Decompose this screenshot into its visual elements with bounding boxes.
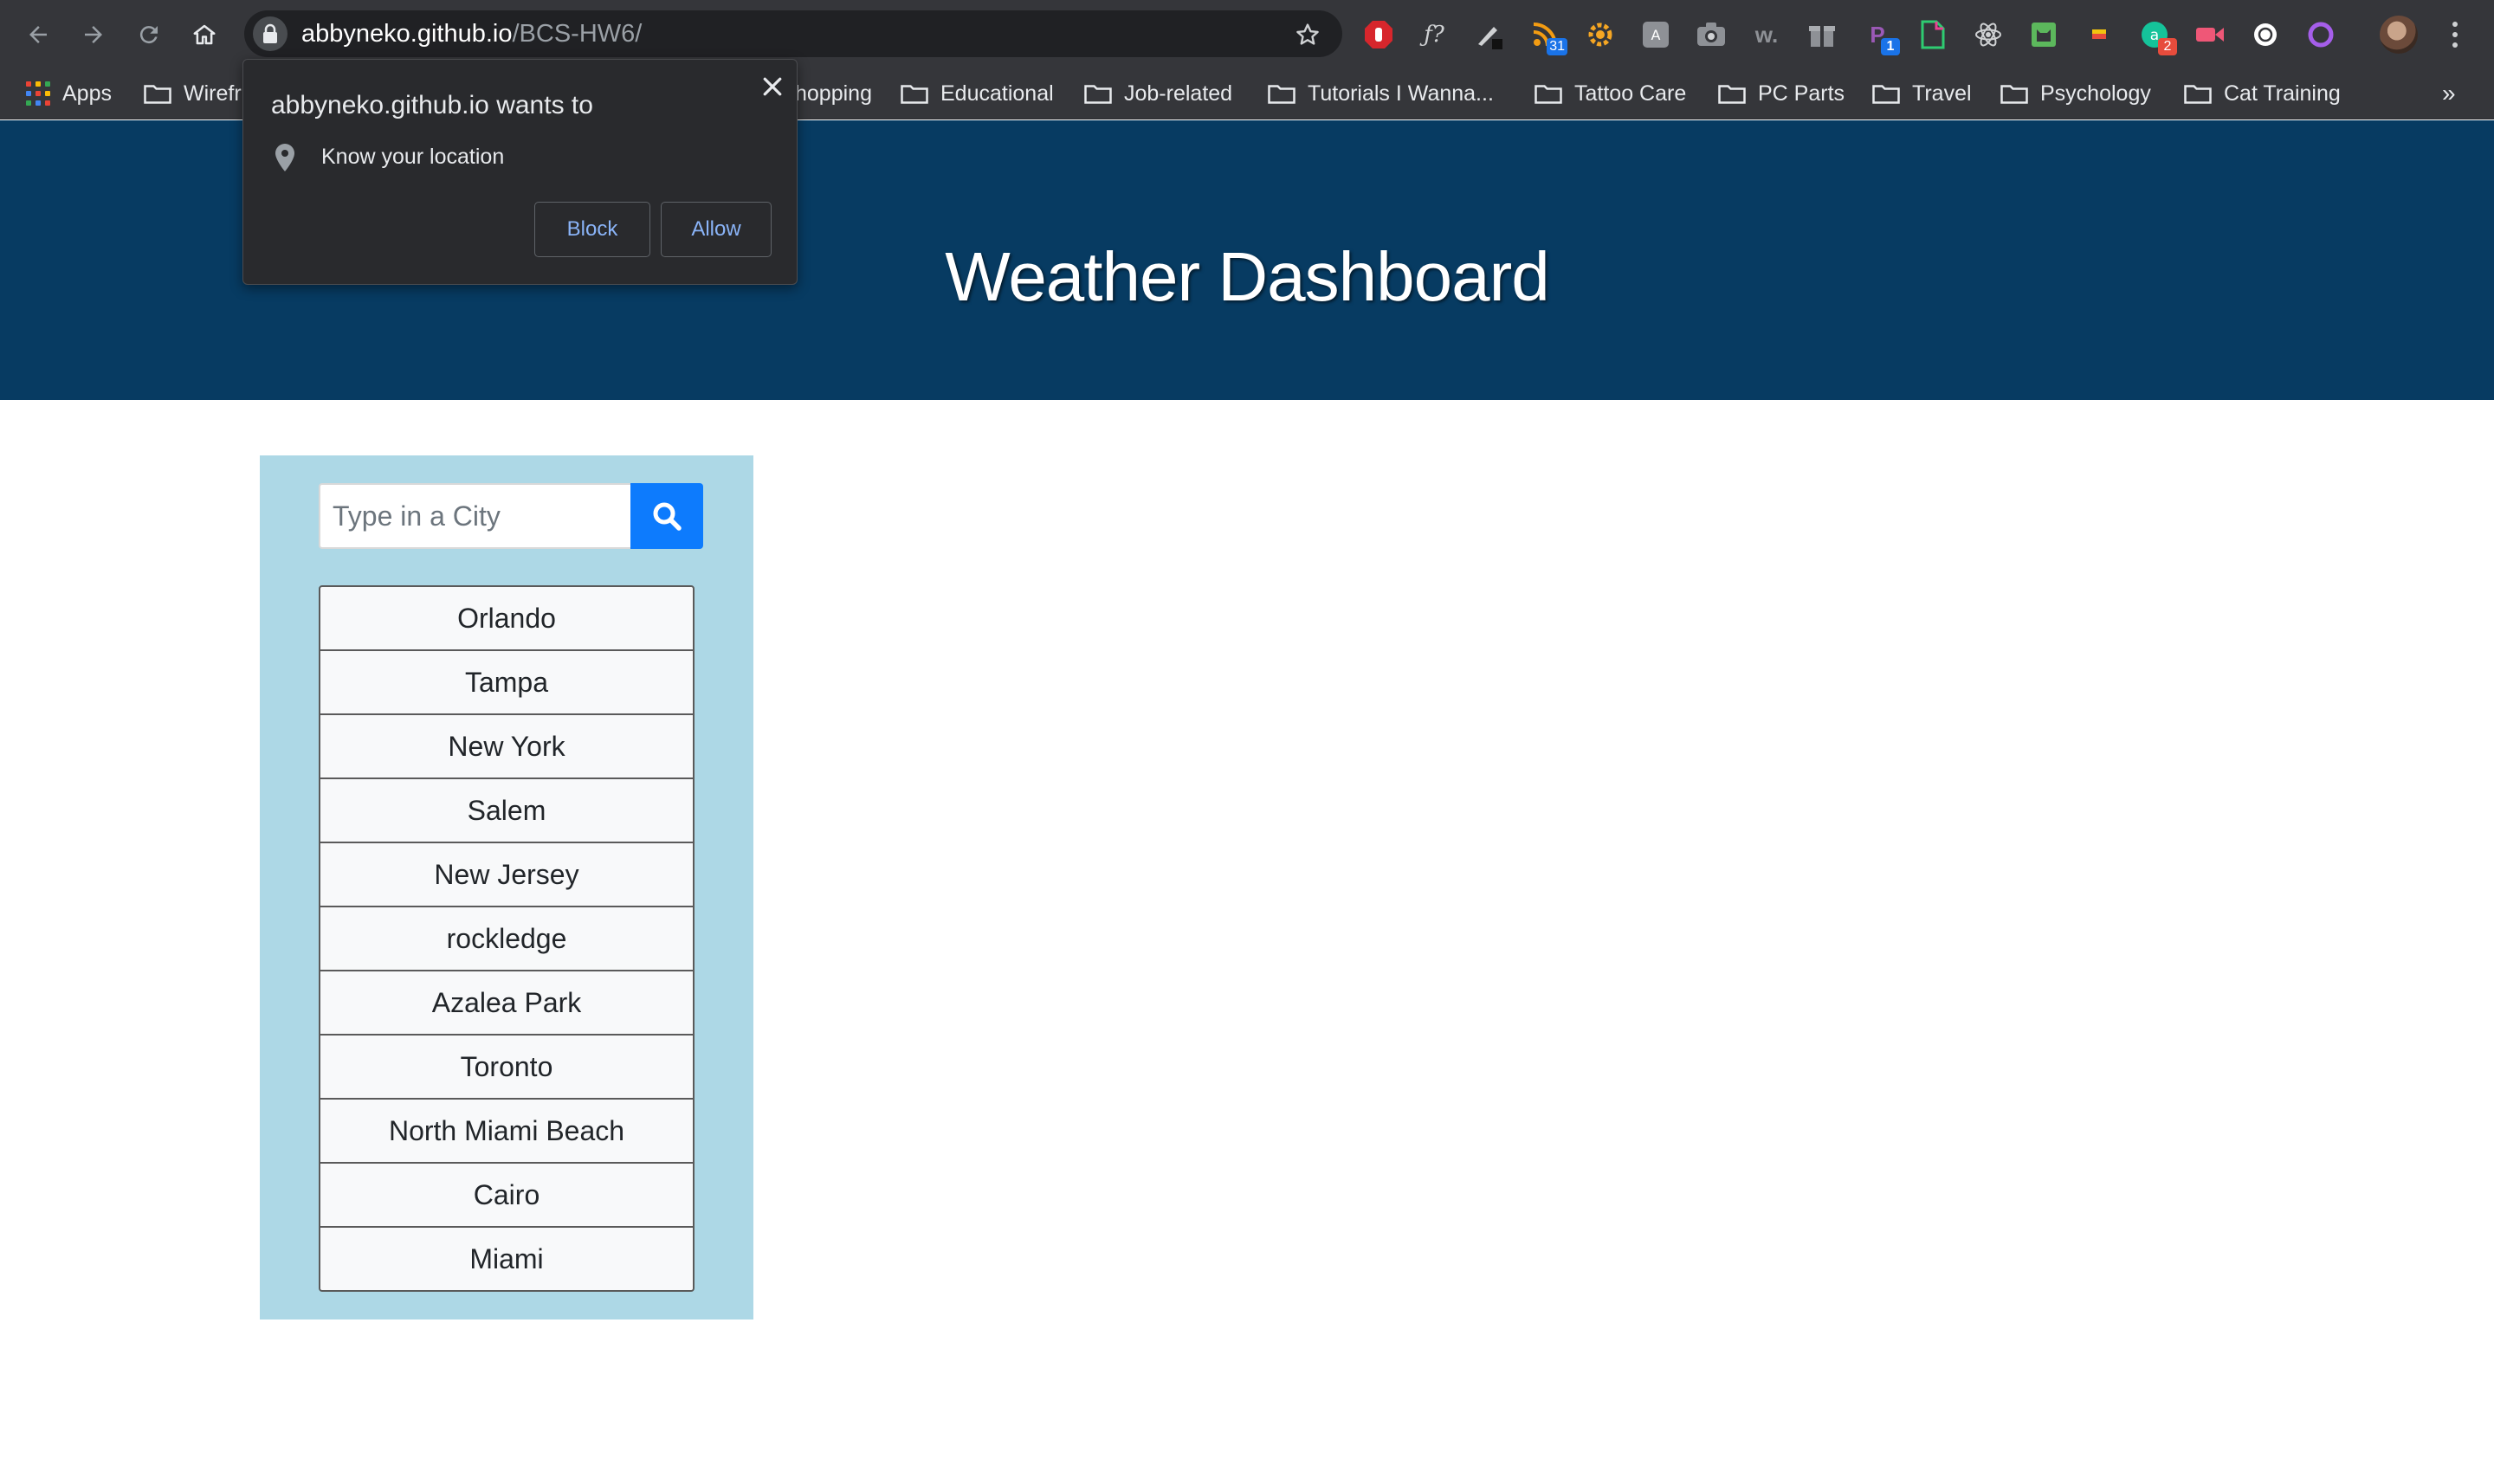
adblock-extension-icon[interactable] (1360, 16, 1398, 54)
city-button[interactable]: New York (319, 715, 695, 779)
home-button[interactable] (185, 16, 223, 54)
browser-toolbar: abbyneko.github.io/BCS-HW6/ ƒ? 31 A w. P… (0, 0, 2494, 68)
bookmark-label: PC Parts (1758, 81, 1845, 106)
bookmark-folder[interactable]: Cat Training (2184, 80, 2341, 107)
profile-avatar[interactable] (2380, 16, 2418, 54)
gift-extension-icon[interactable] (1803, 16, 1841, 54)
city-button[interactable]: Toronto (319, 1036, 695, 1100)
folder-icon (2184, 85, 2212, 104)
city-button[interactable]: North Miami Beach (319, 1100, 695, 1164)
p-badge: 1 (1881, 38, 1900, 55)
search-icon (653, 502, 682, 531)
bookmark-folder[interactable]: hopping (795, 80, 872, 107)
permission-text: Know your location (321, 145, 505, 169)
city-button[interactable]: Cairo (319, 1164, 695, 1228)
location-permission-dialog: abbyneko.github.io wants to Know your lo… (242, 59, 798, 285)
github-extension-icon[interactable] (2302, 16, 2340, 54)
bookmark-label: Travel (1912, 81, 1972, 106)
block-button[interactable]: Block (534, 202, 650, 257)
folder-icon (1084, 85, 1112, 104)
url-text: abbyneko.github.io/BCS-HW6/ (301, 20, 643, 48)
city-button[interactable]: Salem (319, 779, 695, 843)
bookmark-folder[interactable]: Job-related (1084, 80, 1232, 107)
folder-icon (2000, 85, 2028, 104)
bookmark-label: Psychology (2040, 81, 2151, 106)
wikipedia-extension-icon[interactable]: w. (1748, 16, 1786, 54)
bookmark-folder[interactable]: Educational (901, 80, 1054, 107)
pomodoro-extension-icon[interactable] (2246, 16, 2284, 54)
translate-extension-icon[interactable]: A (1637, 16, 1675, 54)
dialog-title: abbyneko.github.io wants to (271, 91, 593, 119)
folder-icon (1718, 85, 1746, 104)
bookmark-folder[interactable]: PC Parts (1718, 80, 1845, 107)
home-icon (193, 24, 216, 45)
search-placeholder: Type in a City (333, 500, 501, 532)
bookmark-label: Wirefr (184, 81, 242, 106)
bookmark-folder[interactable]: Tattoo Care (1535, 80, 1686, 107)
allow-button[interactable]: Allow (661, 202, 772, 257)
city-button[interactable]: Azalea Park (319, 971, 695, 1036)
search-button[interactable] (630, 483, 703, 549)
svg-text:A: A (1651, 27, 1661, 43)
bookmark-label: Cat Training (2224, 81, 2341, 106)
folder-icon (144, 85, 171, 104)
camera-extension-icon[interactable] (1692, 16, 1730, 54)
pen-extension-icon[interactable] (1470, 16, 1509, 54)
grammarly-badge: 2 (2158, 38, 2177, 55)
search-panel: Type in a City Orlando Tampa New York Sa… (260, 455, 753, 1319)
bookmark-folder[interactable]: Wirefr (144, 80, 242, 107)
back-button[interactable] (19, 16, 57, 54)
close-icon[interactable] (759, 74, 785, 100)
reload-icon (139, 26, 158, 44)
lock-icon[interactable] (253, 16, 288, 51)
address-bar[interactable]: abbyneko.github.io/BCS-HW6/ (244, 10, 1342, 57)
grammarly-extension-icon[interactable]: a 2 (2135, 16, 2177, 55)
location-pin-icon (275, 144, 294, 171)
city-button[interactable]: Orlando (319, 585, 695, 651)
p-extension-icon[interactable]: P 1 (1858, 16, 1900, 55)
apps-grid-icon (26, 81, 50, 106)
city-history-list: Orlando Tampa New York Salem New Jersey … (319, 585, 695, 1292)
city-search-input[interactable]: Type in a City (319, 483, 632, 549)
city-button[interactable]: rockledge (319, 907, 695, 971)
doc-extension-icon[interactable] (1914, 16, 1952, 54)
gear-extension-icon[interactable] (1581, 16, 1619, 54)
extensions-bar: ƒ? 31 A w. P 1 a 2 (1360, 16, 2340, 55)
folder-icon (1535, 85, 1562, 104)
rss-badge: 31 (1547, 38, 1567, 55)
bookmark-folder[interactable]: Tutorials I Wanna... (1268, 80, 1494, 107)
reload-button[interactable] (130, 16, 168, 54)
city-button[interactable]: Miami (319, 1228, 695, 1292)
bookmark-label: Job-related (1124, 81, 1233, 106)
bookmark-label: Tattoo Care (1574, 81, 1687, 106)
bookmarks-overflow-button[interactable]: » (2442, 80, 2456, 107)
apps-bookmark[interactable]: Apps (26, 80, 112, 107)
bookmark-folder[interactable]: Psychology (2000, 80, 2151, 107)
city-button[interactable]: Tampa (319, 651, 695, 715)
flag-extension-icon[interactable] (2080, 16, 2118, 54)
cat-extension-icon[interactable] (2025, 16, 2063, 54)
folder-icon (1872, 85, 1900, 104)
back-arrow-icon (29, 26, 47, 43)
bookmark-label: Tutorials I Wanna... (1308, 81, 1494, 106)
rss-extension-icon[interactable]: 31 (1526, 16, 1567, 55)
bookmark-label: hopping (795, 81, 872, 106)
bookmark-label: Educational (940, 81, 1054, 106)
record-extension-icon[interactable] (2191, 16, 2229, 54)
forward-button[interactable] (74, 16, 113, 54)
bookmark-star-icon[interactable] (1294, 21, 1321, 48)
apps-label: Apps (62, 81, 112, 106)
city-button[interactable]: New Jersey (319, 843, 695, 907)
folder-icon (901, 85, 928, 104)
react-extension-icon[interactable] (1969, 16, 2007, 54)
forward-arrow-icon (85, 26, 102, 43)
bookmark-folder[interactable]: Travel (1872, 80, 1972, 107)
browser-menu-icon[interactable] (2442, 16, 2468, 54)
fx-extension-icon[interactable]: ƒ? (1415, 16, 1453, 54)
folder-icon (1268, 85, 1295, 104)
